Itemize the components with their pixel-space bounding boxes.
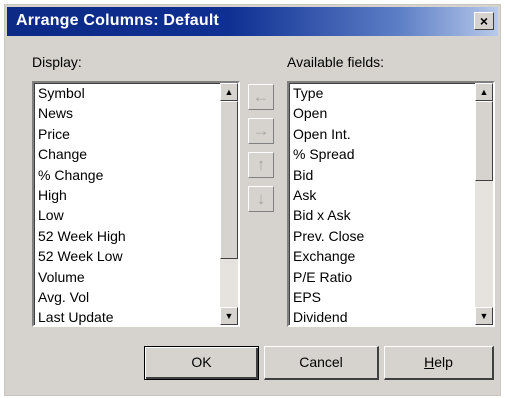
scroll-down-icon[interactable]: ▼ xyxy=(220,307,238,325)
scroll-thumb[interactable] xyxy=(475,101,493,181)
display-list-item[interactable]: % Change xyxy=(38,165,126,185)
available-list-item[interactable]: Prev. Close xyxy=(293,226,364,246)
display-list-item[interactable]: Symbol xyxy=(38,83,126,103)
cancel-button[interactable]: Cancel xyxy=(264,346,379,380)
dialog-title: Arrange Columns: Default xyxy=(16,12,220,29)
available-list-item[interactable]: Exchange xyxy=(293,246,364,266)
available-list-item[interactable]: EPS xyxy=(293,287,364,307)
display-label: Display: xyxy=(32,54,82,70)
display-scrollbar[interactable]: ▲ ▼ xyxy=(220,83,238,325)
display-list-item[interactable]: Change xyxy=(38,144,126,164)
available-fields-listbox[interactable]: Type Open Open Int.% Spread Bid Ask Bid x Ask… xyxy=(287,81,495,327)
ok-button[interactable]: OK xyxy=(144,346,259,380)
help-button[interactable]: Help xyxy=(384,346,494,380)
display-list-item[interactable]: Last Update xyxy=(38,307,126,325)
available-scrollbar[interactable]: ▲ ▼ xyxy=(475,83,493,325)
available-list-item[interactable]: Bid xyxy=(293,165,364,185)
display-list-item[interactable]: Volume xyxy=(38,267,126,287)
display-items: Symbol News Price Change% Change High Low 52 W… xyxy=(38,83,126,325)
move-left-button[interactable]: ← xyxy=(248,84,274,110)
move-right-button[interactable]: → xyxy=(248,118,274,144)
available-list-item[interactable]: P/E Ratio xyxy=(293,267,364,287)
display-list-item[interactable]: High xyxy=(38,185,126,205)
available-list-item[interactable]: Bid x Ask xyxy=(293,205,364,225)
move-down-button[interactable]: ↓ xyxy=(248,186,274,212)
title-bar: Arrange Columns: Default × xyxy=(7,7,498,36)
display-list-item[interactable]: Low xyxy=(38,205,126,225)
move-up-button[interactable]: ↑ xyxy=(248,152,274,178)
available-list-item[interactable]: Open xyxy=(293,103,364,123)
display-list-item[interactable]: Avg. Vol xyxy=(38,287,126,307)
display-list-item[interactable]: 52 Week Low xyxy=(38,246,126,266)
help-mnemonic: H xyxy=(424,354,435,370)
display-list-item[interactable]: News xyxy=(38,103,126,123)
available-list-item[interactable]: Ask xyxy=(293,185,364,205)
display-list-item[interactable]: 52 Week High xyxy=(38,226,126,246)
available-list-item[interactable]: % Spread xyxy=(293,144,364,164)
display-listbox[interactable]: Symbol News Price Change% Change High Low 52 W… xyxy=(32,81,240,327)
available-list-item[interactable]: Open Int. xyxy=(293,124,364,144)
scroll-up-icon[interactable]: ▲ xyxy=(220,83,238,101)
close-button[interactable]: × xyxy=(474,12,494,30)
available-items: Type Open Open Int.% Spread Bid Ask Bid x Ask… xyxy=(293,83,364,325)
available-list-item[interactable]: Type xyxy=(293,83,364,103)
scroll-up-icon[interactable]: ▲ xyxy=(475,83,493,101)
display-list-item[interactable]: Price xyxy=(38,124,126,144)
available-fields-label: Available fields: xyxy=(287,54,385,70)
available-list-item[interactable]: Dividend xyxy=(293,307,364,325)
scroll-down-icon[interactable]: ▼ xyxy=(475,307,493,325)
scroll-thumb[interactable] xyxy=(220,101,238,259)
help-label-rest: elp xyxy=(434,354,453,370)
